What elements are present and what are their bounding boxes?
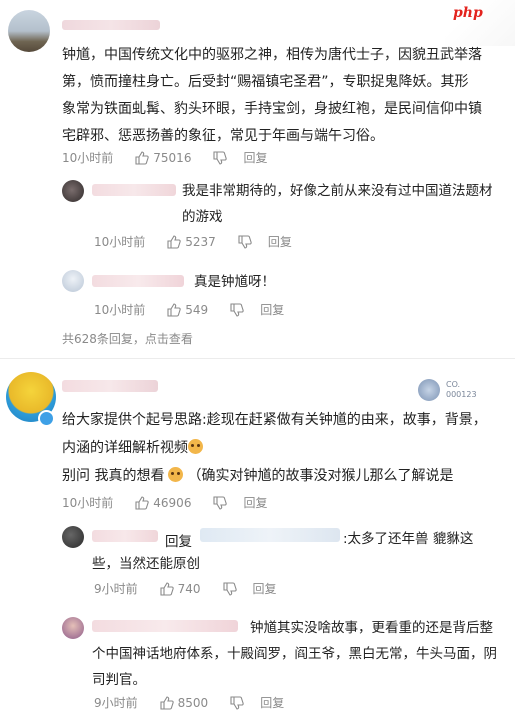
reply-text: 我是非常期待的，好像之前从来没有过中国道法题材的游戏 [182, 183, 493, 225]
like-count: 5237 [185, 234, 216, 249]
fan-badge [418, 379, 440, 401]
divider [0, 358, 515, 359]
thumbs-down-icon [213, 495, 228, 510]
username-blurred[interactable] [92, 184, 176, 196]
reply-button[interactable]: 回复 [260, 301, 284, 318]
username-blurred[interactable] [62, 20, 160, 30]
reply-button[interactable]: 回复 [243, 494, 267, 511]
more-replies-link[interactable]: 共628条回复，点击查看 [62, 330, 193, 347]
reply-text: 真是钟馗呀！ [194, 274, 275, 290]
dislike-button[interactable] [230, 695, 244, 710]
like-button[interactable]: 740 [160, 582, 201, 596]
reply-button[interactable]: 回复 [268, 233, 292, 250]
username-blurred[interactable] [92, 275, 184, 287]
reply-meta: 10小时前 5237 回复 [94, 233, 292, 250]
like-count: 75016 [153, 150, 192, 165]
like-count: 740 [177, 581, 201, 596]
reply-text: :太多了还年兽 貔貅这些，当然还能原创 [92, 531, 474, 572]
reply-meta: 9小时前 8500 回复 [94, 694, 285, 711]
thumbs-down-icon [213, 150, 228, 165]
reply-button[interactable]: 回复 [260, 694, 284, 711]
dislike-button[interactable] [213, 150, 228, 165]
dislike-button[interactable] [222, 581, 237, 596]
php-watermark: php [445, 0, 515, 46]
comment-time: 10小时前 [62, 151, 114, 165]
avatar[interactable] [62, 180, 84, 202]
thumbs-up-icon [135, 150, 149, 165]
avatar[interactable] [8, 10, 50, 52]
thumbs-up-icon [135, 495, 149, 510]
like-count: 8500 [177, 695, 209, 710]
comment-text: 给大家提供个起号思路:趁现在赶紧做有关钟馗的由来，故事，背景，内涵的详细解析视频… [62, 412, 487, 484]
like-button[interactable]: 549 [167, 303, 208, 317]
verified-icon [38, 410, 55, 427]
avatar[interactable] [62, 526, 84, 548]
thumbs-down-icon [230, 302, 244, 317]
avatar[interactable] [62, 617, 84, 639]
thumbs-up-icon [167, 302, 181, 317]
thumbs-up-icon [167, 234, 181, 249]
reply-meta: 10小时前 549 回复 [94, 301, 285, 318]
reply-button[interactable]: 回复 [253, 580, 277, 597]
like-button[interactable]: 8500 [160, 695, 209, 710]
reply-meta: 9小时前 740 回复 [94, 580, 277, 597]
like-button[interactable]: 75016 [135, 151, 191, 165]
fan-badge-label: CO. 000123 [446, 380, 477, 399]
dislike-button[interactable] [213, 495, 228, 510]
thumbs-down-icon [238, 234, 252, 249]
comment-meta: 10小时前 75016 回复 [62, 149, 267, 166]
thumbs-down-icon [222, 581, 237, 596]
dislike-button[interactable] [230, 302, 244, 317]
like-button[interactable]: 46906 [135, 496, 191, 510]
username-blurred[interactable] [62, 380, 158, 392]
cat-emoji-icon [168, 467, 184, 482]
reply-button[interactable]: 回复 [243, 149, 267, 166]
avatar[interactable] [62, 270, 84, 292]
cat-emoji-icon [188, 439, 203, 454]
reply-text: 钟馗其实没啥故事，更看重的还是背后整个中国神话地府体系，十殿阎罗，阎王爷，黑白无… [92, 620, 497, 688]
thumbs-up-icon [160, 581, 174, 596]
comment-meta: 10小时前 46906 回复 [62, 494, 268, 511]
like-button[interactable]: 5237 [167, 235, 216, 249]
thumbs-down-icon [230, 695, 244, 710]
comment-text: 钟馗，中国传统文化中的驱邪之神，相传为唐代士子，因貌丑武举落第，愤而撞柱身亡。后… [62, 47, 482, 144]
like-count: 46906 [153, 495, 192, 510]
like-count: 549 [185, 302, 209, 317]
dislike-button[interactable] [238, 234, 252, 249]
thumbs-up-icon [160, 695, 174, 710]
